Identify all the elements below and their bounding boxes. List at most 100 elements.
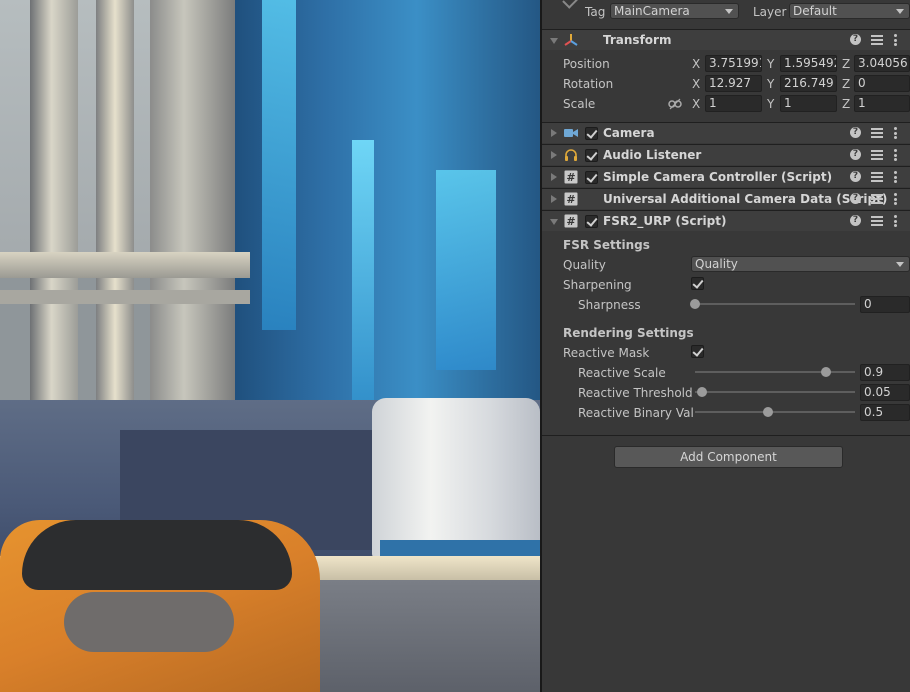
foldout-open-icon[interactable] [550, 219, 558, 225]
svg-text:#: # [566, 215, 575, 228]
header-actions: ? [850, 171, 906, 184]
layer-dropdown[interactable]: Default [789, 3, 910, 19]
transform-position-x-input[interactable]: 3.751991 [705, 55, 762, 72]
kebab-menu-icon[interactable] [894, 171, 897, 183]
quality-label: Quality [563, 258, 606, 272]
sharpness-input[interactable]: 0 [860, 296, 910, 313]
sharpness-slider-knob[interactable] [690, 299, 700, 309]
sharpness-label: Sharpness [578, 298, 641, 312]
foldout-closed-icon[interactable] [551, 129, 557, 137]
kebab-menu-icon[interactable] [894, 215, 897, 227]
preset-icon[interactable] [871, 149, 883, 161]
help-icon[interactable]: ? [850, 171, 861, 182]
header-actions: ? [850, 215, 906, 228]
kebab-menu-icon[interactable] [894, 193, 897, 205]
component-header[interactable]: # Simple Camera Controller (Script) ? [542, 166, 910, 187]
transform-position-z-input[interactable]: 3.04056 [854, 55, 910, 72]
constrain-proportions-icon[interactable] [668, 98, 682, 110]
layer-value: Default [793, 4, 837, 18]
foldout-closed-icon[interactable] [551, 151, 557, 159]
transform-position-y-input[interactable]: 1.595492 [780, 55, 837, 72]
component-enabled-checkbox[interactable] [585, 215, 598, 228]
header-actions: ? [850, 127, 906, 140]
transform-rotation-x-input[interactable]: 12.927 [705, 75, 762, 92]
component-header[interactable]: Audio Listener ? [542, 144, 910, 165]
preset-icon[interactable] [871, 215, 883, 227]
transform-scale-x-input[interactable]: 1 [705, 95, 762, 112]
reactive-threshold-input[interactable]: 0.05 [860, 384, 910, 401]
scene-light-streak [352, 140, 374, 440]
reactive-mask-label: Reactive Mask [563, 346, 650, 360]
component-title: Transform [603, 33, 672, 47]
preset-icon[interactable] [871, 193, 883, 205]
reactive-threshold-slider[interactable] [695, 391, 855, 393]
reactive-binary-slider[interactable] [695, 411, 855, 413]
z-axis-label: Z [842, 97, 851, 111]
divider [542, 435, 910, 436]
component-title: FSR2_URP (Script) [603, 214, 727, 228]
y-axis-label: Y [767, 97, 775, 111]
script-icon: # [564, 170, 578, 184]
x-axis-label: X [692, 77, 701, 91]
reactive-mask-checkbox[interactable] [691, 345, 704, 358]
component-enabled-checkbox[interactable] [585, 149, 598, 162]
transform-rotation-label: Rotation [563, 77, 614, 91]
transform-rotation-y-input[interactable]: 216.749 [780, 75, 837, 92]
reactive-binary-label: Reactive Binary Val [578, 406, 694, 420]
svg-text:#: # [566, 193, 575, 206]
component-header[interactable]: Camera ? [542, 122, 910, 143]
help-icon[interactable]: ? [850, 34, 861, 45]
transform-scale-z-input[interactable]: 1 [854, 95, 910, 112]
transform-scale-label: Scale [563, 97, 596, 111]
collapse-icon[interactable] [562, 0, 578, 9]
scene-bucket [372, 398, 540, 558]
z-axis-label: Z [842, 77, 851, 91]
transform-scale-y-input[interactable]: 1 [780, 95, 837, 112]
tag-dropdown[interactable]: MainCamera [610, 3, 739, 19]
fsr-settings-title: FSR Settings [563, 238, 650, 252]
component-enabled-checkbox[interactable] [585, 127, 598, 140]
reactive-threshold-label: Reactive Threshold [578, 386, 693, 400]
reactive-threshold-slider-knob[interactable] [697, 387, 708, 397]
reactive-scale-input[interactable]: 0.9 [860, 364, 910, 381]
scene-bucket-rim [380, 540, 540, 556]
preset-icon[interactable] [871, 34, 883, 46]
help-icon[interactable]: ? [850, 149, 861, 160]
preset-icon[interactable] [871, 171, 883, 183]
foldout-closed-icon[interactable] [551, 173, 557, 181]
component-header[interactable]: # FSR2_URP (Script) ? [542, 210, 910, 231]
component-header[interactable]: # Universal Additional Camera Data (Scri… [542, 188, 910, 209]
transform-position-label: Position [563, 57, 610, 71]
header-actions: ? [850, 149, 906, 162]
component-title: Audio Listener [603, 148, 702, 162]
chevron-down-icon [896, 262, 904, 267]
help-icon[interactable]: ? [850, 215, 861, 226]
transform-header[interactable]: Transform ? [542, 29, 910, 50]
scene-tool-grip-hole [64, 592, 234, 652]
foldout-closed-icon[interactable] [551, 195, 557, 203]
header-actions: ? [850, 193, 906, 206]
scene-light-streak [262, 0, 296, 330]
tag-value: MainCamera [614, 4, 690, 18]
add-component-button[interactable]: Add Component [614, 446, 843, 468]
kebab-menu-icon[interactable] [894, 127, 897, 139]
sharpening-checkbox[interactable] [691, 277, 704, 290]
chevron-down-icon [725, 9, 733, 14]
reactive-binary-slider-knob[interactable] [763, 407, 773, 417]
reactive-scale-slider-knob[interactable] [821, 367, 832, 377]
game-view[interactable] [0, 0, 540, 692]
component-enabled-checkbox[interactable] [585, 171, 598, 184]
sharpness-slider[interactable] [695, 303, 855, 305]
kebab-menu-icon[interactable] [894, 149, 897, 161]
quality-dropdown[interactable]: Quality [691, 256, 910, 272]
chevron-down-icon [896, 9, 904, 14]
transform-rotation-z-input[interactable]: 0 [854, 75, 910, 92]
preset-icon[interactable] [871, 127, 883, 139]
foldout-open-icon[interactable] [550, 38, 558, 44]
scene-post [30, 0, 78, 430]
help-icon[interactable]: ? [850, 127, 861, 138]
scene-post [96, 0, 134, 430]
help-icon[interactable]: ? [850, 193, 861, 204]
reactive-binary-input[interactable]: 0.5 [860, 404, 910, 421]
kebab-menu-icon[interactable] [894, 34, 897, 46]
